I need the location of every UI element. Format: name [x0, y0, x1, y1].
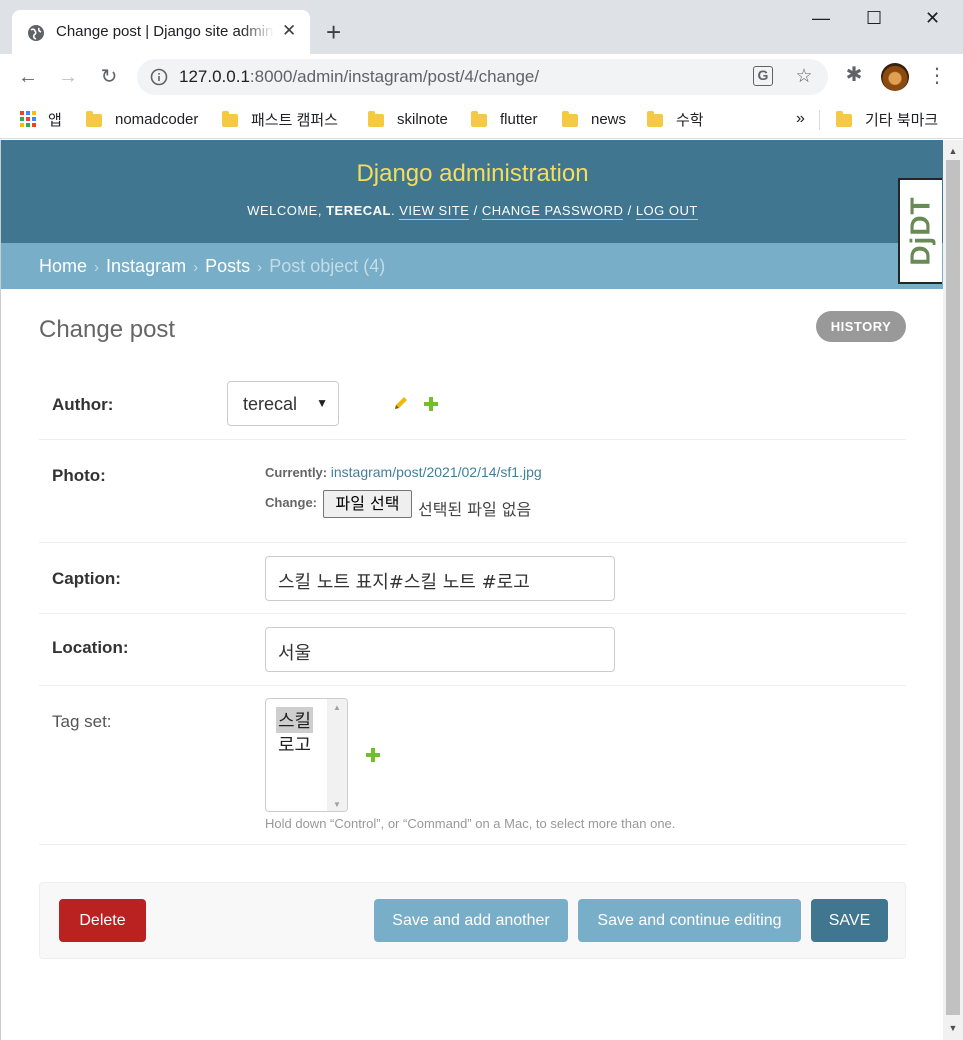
separator: / [473, 203, 478, 218]
view-site-link[interactable]: VIEW SITE [399, 203, 470, 220]
add-tag-icon[interactable] [366, 748, 380, 762]
no-file-text: 선택된 파일 없음 [418, 500, 532, 519]
forward-arrow-icon[interactable]: → [54, 63, 82, 91]
form-row-author: Author: [39, 368, 906, 440]
welcome-text: WELCOME, [247, 203, 322, 218]
folder-icon [222, 110, 238, 127]
debug-toolbar-handle[interactable]: DjDT [898, 178, 942, 284]
scrollbar-thumb[interactable] [946, 160, 960, 1015]
choose-file-button[interactable]: 파일 선택 [323, 490, 412, 518]
tab-title: Change post | Django site admin [56, 23, 274, 40]
browser-tab[interactable]: Change post | Django site admin ✕ [12, 10, 310, 54]
breadcrumb: Home › Instagram › Posts › Post object (… [1, 243, 943, 289]
bookmark-skilnote[interactable]: skilnote [368, 108, 448, 130]
extensions-puzzle-icon[interactable]: ✱ [842, 63, 866, 87]
tab-close-icon[interactable]: ✕ [282, 21, 296, 41]
page-title: Change post [39, 316, 176, 343]
folder-icon [471, 110, 487, 127]
url-text: 127.0.0.1:8000/admin/instagram/post/4/ch… [179, 67, 540, 86]
folder-icon [647, 110, 663, 127]
breadcrumb-model[interactable]: Posts [205, 256, 250, 276]
username: TERECAL [326, 203, 391, 218]
bookmark-math[interactable]: 수학 [647, 108, 704, 130]
browser-tabstrip: Change post | Django site admin ✕ + — ☐ … [0, 0, 963, 54]
breadcrumb-current: Post object (4) [269, 256, 386, 276]
separator: / [627, 203, 632, 218]
location-input[interactable]: 서울 [265, 627, 615, 672]
site-branding[interactable]: Django administration [1, 160, 943, 188]
pencil-icon[interactable] [393, 395, 409, 411]
tag-option[interactable]: 로고 [276, 731, 313, 757]
tag-list-scrollbar[interactable]: ▲ ▼ [327, 699, 347, 811]
history-button[interactable]: HISTORY [816, 311, 906, 342]
caption-input[interactable]: 스킬 노트 표지#스킬 노트 #로고 [265, 556, 615, 601]
folder-icon [562, 110, 578, 127]
user-tools: WELCOME, TERECAL. VIEW SITE / CHANGE PAS… [247, 203, 698, 220]
back-arrow-icon[interactable]: ← [14, 63, 42, 91]
save-and-add-another-button[interactable]: Save and add another [374, 899, 568, 942]
scroll-down-arrow-icon[interactable]: ▼ [327, 800, 347, 809]
delete-button[interactable]: Delete [59, 899, 146, 942]
bookmark-nomadcoder[interactable]: nomadcoder [86, 108, 198, 130]
tag-set-help-text: Hold down “Control”, or “Command” on a M… [265, 816, 676, 831]
translate-icon[interactable]: G [753, 66, 773, 86]
admin-header: Django administration WELCOME, TERECAL. … [1, 140, 943, 243]
photo-change-label: Change: [265, 495, 317, 510]
bookmark-apps[interactable]: 앱 [20, 108, 62, 130]
bookmarks-separator [819, 110, 820, 130]
photo-label: Photo: [52, 466, 106, 485]
save-and-continue-button[interactable]: Save and continue editing [578, 899, 801, 942]
folder-icon [836, 110, 852, 127]
log-out-link[interactable]: LOG OUT [635, 203, 698, 220]
change-password-link[interactable]: CHANGE PASSWORD [481, 203, 624, 220]
reload-icon[interactable]: ↻ [95, 63, 123, 91]
submit-row: Delete Save and add another Save and con… [39, 882, 906, 959]
caption-label: Caption: [52, 569, 121, 588]
close-window-button[interactable]: ✕ [925, 6, 940, 30]
tag-set-label: Tag set: [52, 712, 112, 731]
apps-grid-icon [20, 111, 36, 127]
tag-option[interactable]: 스킬 [276, 707, 314, 733]
breadcrumb-separator: › [193, 259, 199, 276]
new-tab-button[interactable]: + [326, 17, 341, 47]
site-info-icon[interactable] [149, 67, 169, 87]
page-scrollbar[interactable]: ▲ ▼ [943, 140, 963, 1040]
scroll-up-arrow-icon[interactable]: ▲ [327, 703, 347, 712]
bookmarks-overflow-button[interactable]: » [796, 108, 805, 130]
globe-icon [28, 25, 44, 41]
bookmark-flutter[interactable]: flutter [471, 108, 538, 130]
scroll-down-arrow-icon[interactable]: ▼ [943, 1020, 963, 1036]
folder-icon [86, 110, 102, 127]
bookmark-star-icon[interactable]: ☆ [793, 66, 815, 88]
bookmark-news[interactable]: news [562, 108, 626, 130]
browser-toolbar: ← → ↻ 127.0.0.1:8000/admin/instagram/pos… [0, 54, 963, 100]
add-author-icon[interactable] [424, 397, 438, 411]
tag-set-multiselect[interactable]: 스킬 로고 ▲ ▼ [265, 698, 348, 812]
maximize-button[interactable]: ☐ [866, 6, 882, 30]
author-selected-value: terecal [243, 394, 298, 414]
author-label: Author: [52, 395, 114, 414]
chevron-down-icon: ▼ [316, 396, 328, 410]
minimize-button[interactable]: — [812, 6, 830, 30]
save-button[interactable]: SAVE [811, 899, 888, 942]
djdt-label: DjDT [905, 196, 937, 266]
profile-avatar[interactable] [881, 63, 909, 91]
breadcrumb-home[interactable]: Home [39, 256, 87, 276]
form-row-photo: Photo: [39, 440, 906, 543]
scroll-up-arrow-icon[interactable]: ▲ [943, 143, 963, 159]
breadcrumb-separator: › [94, 259, 100, 276]
address-bar[interactable]: 127.0.0.1:8000/admin/instagram/post/4/ch… [137, 59, 828, 95]
author-select[interactable]: terecal ▼ [227, 381, 339, 426]
folder-icon [368, 110, 384, 127]
menu-kebab-icon[interactable]: ⋮ [927, 64, 947, 88]
breadcrumb-app[interactable]: Instagram [106, 256, 186, 276]
bookmark-fastcampus[interactable]: 패스트 캠퍼스 [222, 108, 338, 130]
currently-label: Currently: [265, 465, 328, 480]
bookmark-other[interactable]: 기타 북마크 [836, 108, 938, 130]
breadcrumb-separator: › [257, 259, 263, 276]
location-label: Location: [52, 638, 129, 657]
page-viewport: Django administration WELCOME, TERECAL. … [0, 140, 943, 1040]
photo-current-link[interactable]: instagram/post/2021/02/14/sf1.jpg [331, 464, 542, 480]
photo-currently: Currently: instagram/post/2021/02/14/sf1… [265, 464, 542, 480]
